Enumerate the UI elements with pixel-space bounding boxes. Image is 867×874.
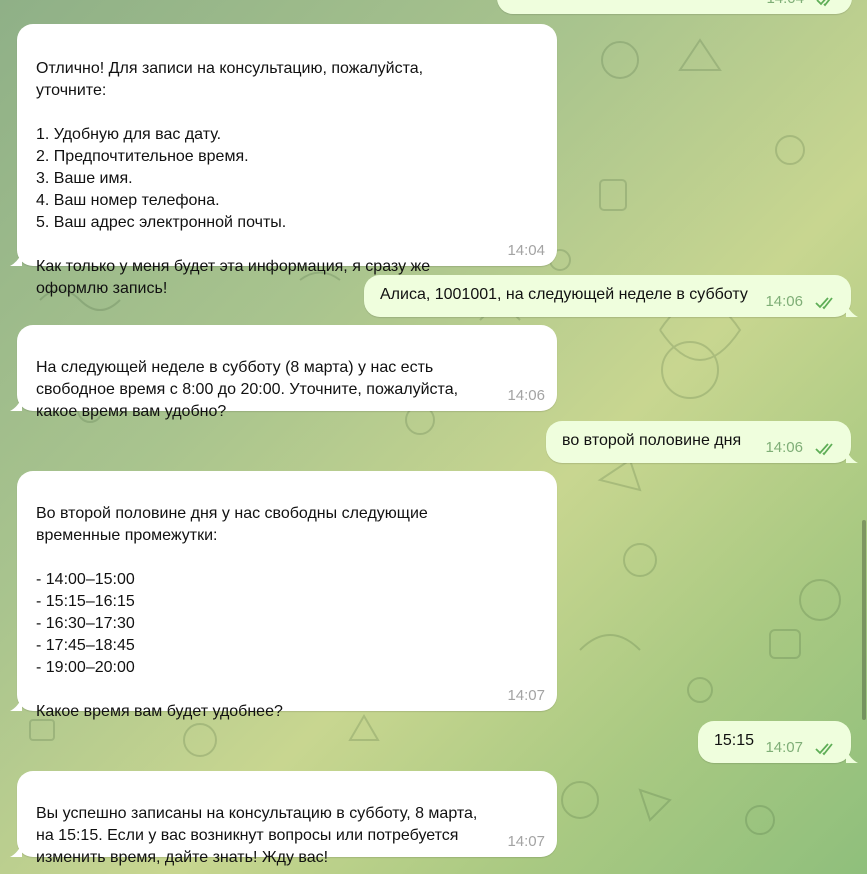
chat-history[interactable]: 14:04 Отлично! Для записи на консультаци… (0, 0, 867, 874)
incoming-message[interactable]: Вы успешно записаны на консультацию в су… (10, 771, 557, 866)
message-time: 14:04 (507, 242, 545, 259)
message-time: 14:06 (507, 387, 545, 404)
message-text: Алиса, 1001001, на следующей неделе в су… (380, 286, 748, 303)
message-time: 14:07 (507, 687, 545, 704)
double-check-icon (815, 297, 833, 310)
message-time: 14:07 (765, 739, 803, 756)
incoming-message[interactable]: Во второй половине дня у нас свободны сл… (10, 471, 557, 720)
incoming-message[interactable]: На следующей неделе в субботу (8 марта) … (10, 325, 557, 420)
outgoing-message[interactable]: Алиса, 1001001, на следующей неделе в су… (364, 275, 858, 317)
outgoing-message[interactable]: 14:04 (497, 0, 852, 14)
incoming-message[interactable]: Отлично! Для записи на консультацию, пож… (10, 24, 557, 297)
bubble-tail (846, 449, 858, 463)
message-time: 14:06 (765, 439, 803, 456)
message-time: 14:06 (765, 293, 803, 310)
double-check-icon (815, 443, 833, 456)
message-time: 14:07 (507, 833, 545, 850)
bubble-tail (10, 697, 22, 711)
message-text: 15:15 (714, 732, 755, 749)
bubble-tail (10, 252, 22, 266)
chat-scrollbar[interactable] (862, 520, 866, 720)
outgoing-message[interactable]: во второй половине дня 14:06 (546, 421, 858, 463)
message-text: Отлично! Для записи на консультацию, пож… (36, 60, 431, 297)
outgoing-message[interactable]: 15:15 14:07 (698, 721, 858, 763)
bubble-tail (10, 843, 22, 857)
message-text: Вы успешно записаны на консультацию в су… (36, 805, 478, 866)
double-check-icon (815, 743, 833, 756)
double-check-icon (816, 0, 831, 7)
bubble-tail (846, 303, 858, 317)
message-time: 14:04 (766, 0, 804, 8)
bubble-tail (846, 749, 858, 763)
message-text: Во второй половине дня у нас свободны сл… (36, 505, 428, 720)
bubble-tail (10, 397, 22, 411)
message-text: На следующей неделе в субботу (8 марта) … (36, 359, 459, 420)
message-text: во второй половине дня (562, 432, 742, 449)
